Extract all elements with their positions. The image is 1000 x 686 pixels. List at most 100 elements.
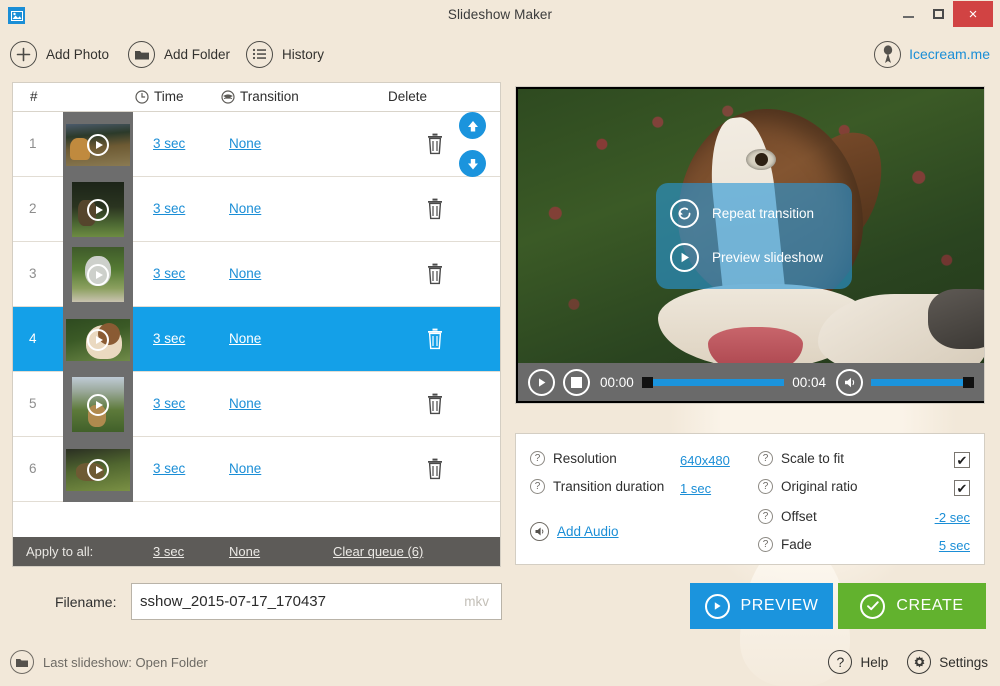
preview-overlay-menu: Repeat transition Preview slideshow <box>656 183 852 289</box>
table-row[interactable]: 2 3 sec None <box>13 177 500 242</box>
volume-area <box>826 368 974 396</box>
apply-to-all-transition-link[interactable]: None <box>229 544 260 559</box>
filename-row: Filename: sshow_2015-07-17_170437 mkv <box>0 583 510 623</box>
filename-extension: mkv <box>464 594 489 609</box>
maximize-icon <box>932 9 944 19</box>
play-icon <box>539 377 546 387</box>
add-audio-row[interactable]: Add Audio <box>530 522 619 541</box>
transition-duration-value-link[interactable]: 1 sec <box>680 481 711 496</box>
add-audio-link[interactable]: Add Audio <box>557 524 619 539</box>
thumbnail[interactable] <box>63 307 133 372</box>
delete-icon[interactable] <box>425 327 447 353</box>
header-delete: Delete <box>388 89 428 104</box>
scale-to-fit-label: Scale to fit <box>781 451 845 466</box>
delete-icon[interactable] <box>425 262 447 288</box>
history-button[interactable]: History <box>246 36 324 72</box>
maximize-button[interactable] <box>923 0 953 28</box>
repeat-transition-button[interactable]: Repeat transition <box>670 191 814 235</box>
stop-button[interactable] <box>563 368 590 396</box>
thumbnail[interactable] <box>63 242 133 307</box>
scale-to-fit-checkbox[interactable]: ✔ <box>954 452 970 468</box>
table-row[interactable]: 3 3 sec None <box>13 242 500 307</box>
settings-button[interactable]: Settings <box>907 650 988 674</box>
play-button[interactable] <box>528 368 555 396</box>
resolution-label: Resolution <box>553 451 617 466</box>
seek-handle[interactable] <box>641 376 653 388</box>
preview-slideshow-label: Preview slideshow <box>712 249 824 265</box>
fade-row: ? Fade <box>758 537 812 552</box>
row-time-link[interactable]: 3 sec <box>153 136 185 151</box>
help-icon[interactable]: ? <box>758 509 773 524</box>
mute-button[interactable] <box>836 368 863 396</box>
add-folder-button[interactable]: Add Folder <box>128 36 230 72</box>
help-icon[interactable]: ? <box>530 451 545 466</box>
transition-icon <box>221 89 235 104</box>
current-time: 00:00 <box>600 374 634 390</box>
volume-handle[interactable] <box>963 376 974 388</box>
row-transition-link[interactable]: None <box>229 331 261 346</box>
delete-icon[interactable] <box>425 392 447 418</box>
delete-icon[interactable] <box>425 132 447 158</box>
thumbnail[interactable] <box>63 437 133 502</box>
play-icon <box>87 393 109 416</box>
delete-icon[interactable] <box>425 457 447 483</box>
row-time-link[interactable]: 3 sec <box>153 266 185 281</box>
icecream-icon <box>874 40 902 68</box>
preview-slideshow-button[interactable]: Preview slideshow <box>670 235 823 279</box>
preview-button[interactable]: PREVIEW <box>690 583 833 629</box>
history-label: History <box>282 46 325 62</box>
slide-rows: 1 3 sec None 2 3 sec None 3 3 sec None 4… <box>13 112 500 538</box>
thumbnail[interactable] <box>63 112 133 177</box>
fade-label: Fade <box>781 537 812 552</box>
offset-value-link[interactable]: -2 sec <box>935 510 970 525</box>
row-time-link[interactable]: 3 sec <box>153 396 185 411</box>
play-icon <box>670 242 699 272</box>
row-time-link[interactable]: 3 sec <box>153 201 185 216</box>
brand-link[interactable]: Icecream.me <box>874 36 990 72</box>
fade-value-link[interactable]: 5 sec <box>939 538 970 553</box>
help-icon[interactable]: ? <box>530 479 545 494</box>
add-photo-button[interactable]: Add Photo <box>10 36 109 72</box>
row-transition-link[interactable]: None <box>229 136 261 151</box>
repeat-icon <box>670 198 699 228</box>
title-bar: Slideshow Maker × <box>0 0 1000 31</box>
help-icon[interactable]: ? <box>758 479 773 494</box>
help-icon[interactable]: ? <box>758 537 773 552</box>
row-time-link[interactable]: 3 sec <box>153 331 185 346</box>
move-down-button[interactable] <box>459 150 486 177</box>
table-row[interactable]: 5 3 sec None <box>13 372 500 437</box>
volume-slider[interactable] <box>871 376 974 388</box>
row-transition-link[interactable]: None <box>229 201 261 216</box>
table-row[interactable]: 6 3 sec None <box>13 437 500 502</box>
seek-bar[interactable] <box>641 376 785 388</box>
apply-to-all-time-link[interactable]: 3 sec <box>153 544 184 559</box>
original-ratio-label: Original ratio <box>781 479 858 494</box>
transition-duration-row: ? Transition duration <box>530 479 664 494</box>
filename-label: Filename: <box>55 594 117 610</box>
header-time: Time <box>135 89 184 104</box>
help-icon[interactable]: ? <box>758 451 773 466</box>
row-transition-link[interactable]: None <box>229 396 261 411</box>
row-transition-link[interactable]: None <box>229 461 261 476</box>
table-row[interactable]: 1 3 sec None <box>13 112 500 177</box>
clear-queue-link[interactable]: Clear queue (6) <box>333 544 423 559</box>
table-row[interactable]: 4 3 sec None <box>13 307 500 372</box>
create-button[interactable]: CREATE <box>838 583 986 629</box>
help-button[interactable]: ? Help <box>828 650 888 674</box>
thumbnail[interactable] <box>63 372 133 437</box>
output-settings-card: ? Resolution 640x480 ? Transition durati… <box>515 433 985 565</box>
video-frame[interactable]: Repeat transition Preview slideshow <box>518 89 984 365</box>
thumbnail[interactable] <box>63 177 133 242</box>
move-up-button[interactable] <box>459 112 486 139</box>
original-ratio-checkbox[interactable]: ✔ <box>954 480 970 496</box>
offset-label: Offset <box>781 509 817 524</box>
minimize-button[interactable] <box>893 0 923 28</box>
row-transition-link[interactable]: None <box>229 266 261 281</box>
last-slideshow-link[interactable]: Last slideshow: Open Folder <box>10 648 208 676</box>
filename-input[interactable]: sshow_2015-07-17_170437 mkv <box>131 583 502 620</box>
row-time-link[interactable]: 3 sec <box>153 461 185 476</box>
close-button[interactable]: × <box>953 1 993 27</box>
delete-icon[interactable] <box>425 197 447 223</box>
row-number: 6 <box>29 461 37 476</box>
resolution-value-link[interactable]: 640x480 <box>680 453 730 468</box>
